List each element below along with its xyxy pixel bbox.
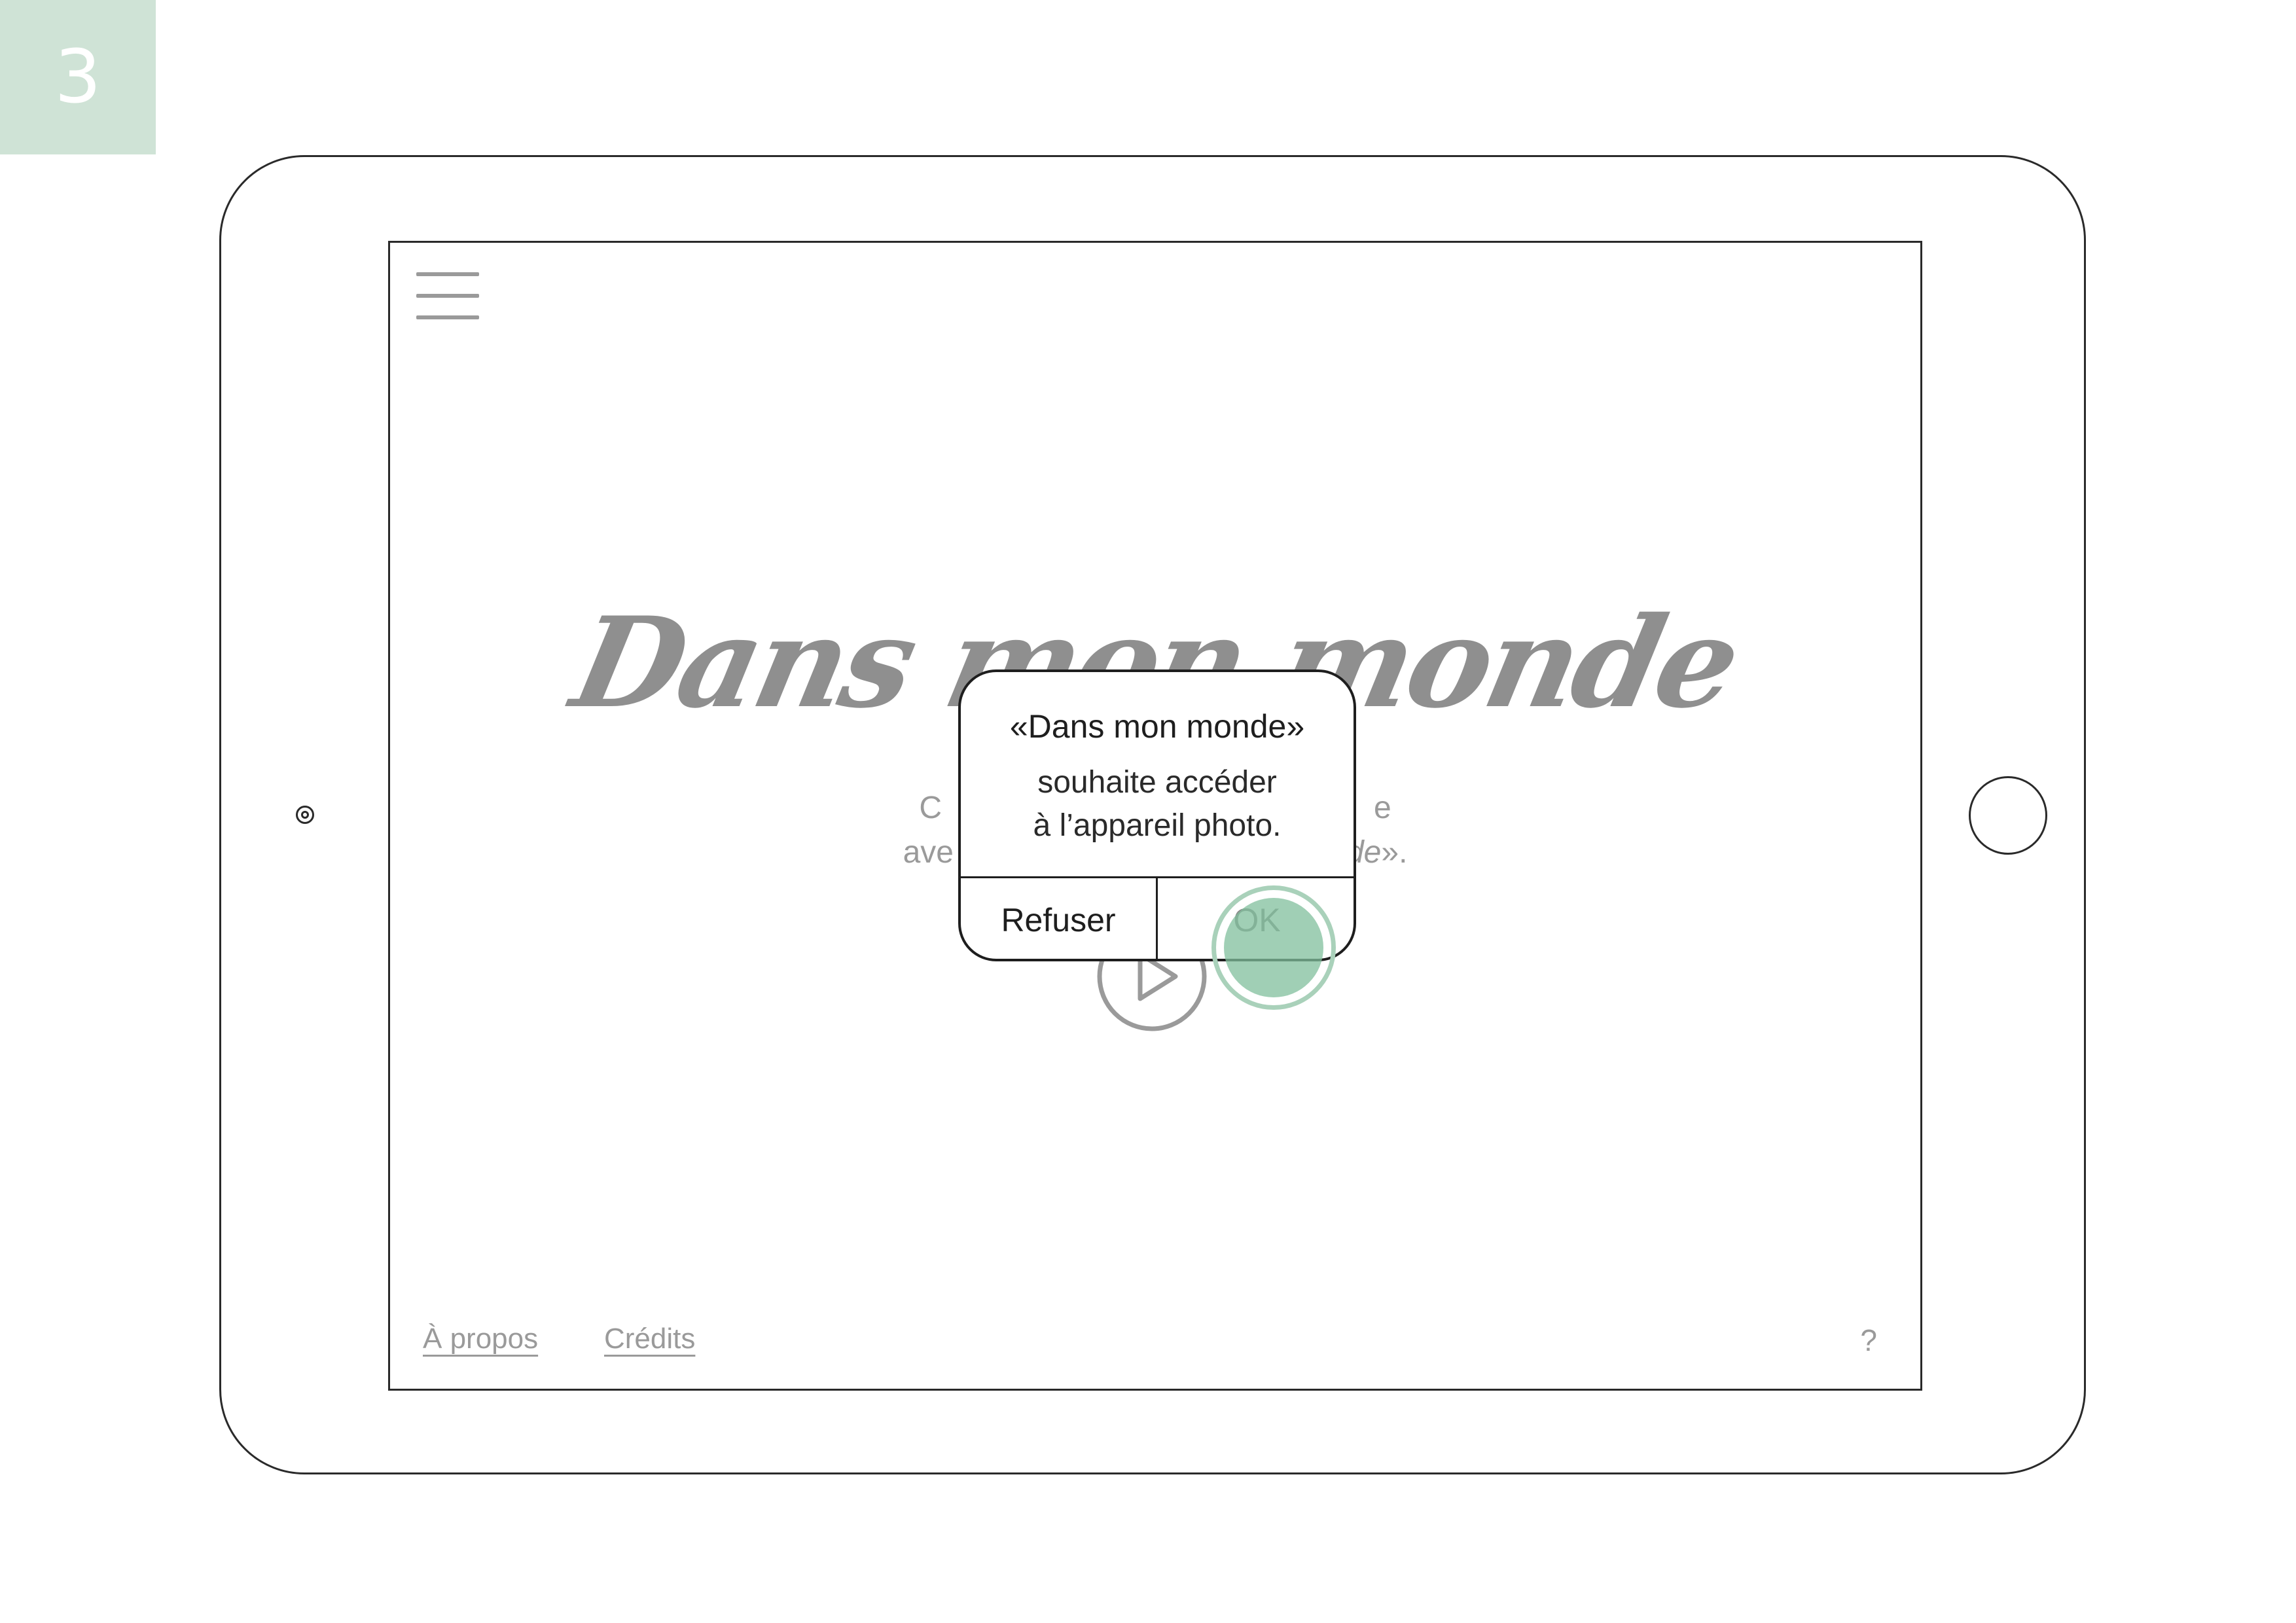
front-camera-icon [296, 806, 314, 824]
home-button[interactable] [1969, 776, 2047, 855]
dialog-title: «Dans mon monde» [1009, 708, 1305, 745]
step-number: 3 [54, 35, 101, 120]
credits-link[interactable]: Crédits [604, 1323, 695, 1355]
dialog-message: souhaite accéder à l’appareil photo. [961, 761, 1354, 847]
intro-line-1-start: C [919, 791, 942, 825]
refuse-button[interactable]: Refuser [961, 878, 1156, 959]
help-button[interactable]: ? [1860, 1323, 1877, 1358]
intro-line-1-end: e [1373, 791, 1391, 825]
intro-line-2-start: ave [903, 835, 954, 870]
dialog-message-line-1: souhaite accéder [1037, 765, 1277, 800]
hamburger-icon[interactable] [416, 272, 479, 319]
about-link[interactable]: À propos [423, 1323, 538, 1355]
touch-indicator-icon [1211, 885, 1336, 1010]
intro-line-2-end: ». [1381, 835, 1408, 870]
app-screen: Dans mon monde Ce ave de». À propos Crédi… [388, 241, 1922, 1391]
dialog-message-line-2: à l’appareil photo. [1033, 808, 1282, 843]
step-number-badge: 3 [0, 0, 156, 154]
